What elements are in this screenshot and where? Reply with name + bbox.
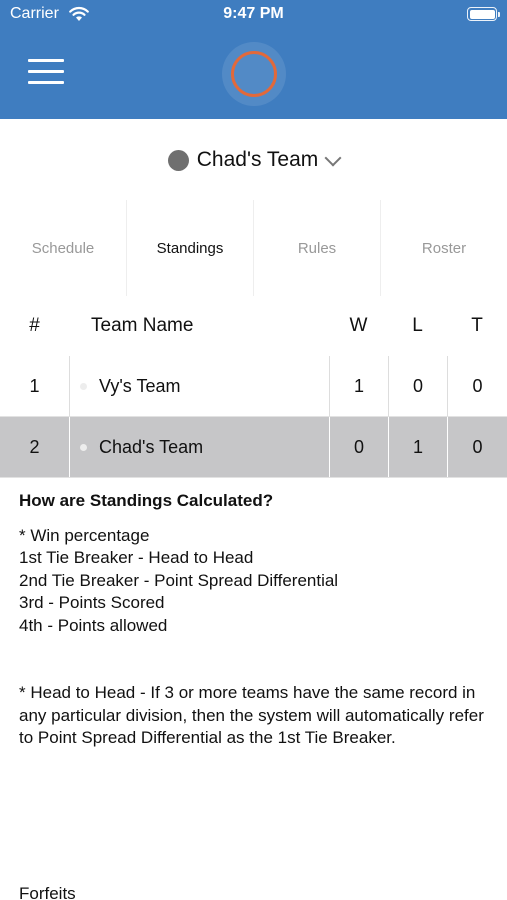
row-ties: 0 — [447, 417, 507, 477]
tab-roster[interactable]: Roster — [380, 200, 507, 296]
app-header: Carrier 9:47 PM — [0, 0, 507, 119]
team-color-dot — [80, 443, 87, 451]
row-team-cell: Vy's Team — [69, 356, 329, 416]
row-team-name: Vy's Team — [99, 375, 181, 396]
team-selector-dropdown[interactable]: Chad's Team — [0, 143, 507, 177]
standings-explanation: How are Standings Calculated? * Win perc… — [19, 490, 489, 750]
explanation-line: 1st Tie Breaker - Head to Head — [19, 548, 254, 567]
table-row[interactable]: 1 Vy's Team 1 0 0 — [0, 356, 507, 417]
forfeits-heading-partial: Forfeits — [19, 884, 76, 900]
row-losses: 0 — [388, 356, 447, 416]
standings-header-row: # Team Name W L T — [0, 305, 507, 347]
explanation-line: 3rd - Points Scored — [19, 593, 165, 612]
head-to-head-note: * Head to Head - If 3 or more teams have… — [19, 683, 484, 747]
tab-schedule[interactable]: Schedule — [0, 200, 126, 296]
tab-rules[interactable]: Rules — [253, 200, 380, 296]
explanation-line: * Win percentage — [19, 525, 150, 545]
team-color-dot — [167, 149, 189, 171]
tab-standings[interactable]: Standings — [126, 200, 253, 296]
team-color-dot — [80, 382, 87, 390]
team-logo-icon — [222, 42, 286, 106]
row-rank: 1 — [29, 375, 40, 396]
row-ties: 0 — [447, 356, 507, 416]
header-team-name: Team Name — [91, 315, 194, 336]
explanation-line: 2nd Tie Breaker - Point Spread Different… — [19, 570, 339, 590]
row-wins: 0 — [329, 417, 388, 477]
explanation-title: How are Standings Calculated? — [19, 491, 274, 510]
row-losses: 1 — [388, 417, 447, 477]
selected-team-name: Chad's Team — [196, 148, 319, 171]
header-losses: L — [412, 315, 423, 336]
section-tabs: Schedule Standings Rules Roster — [0, 200, 507, 296]
chevron-down-icon — [324, 149, 342, 167]
header-rank: # — [29, 315, 40, 336]
status-bar: Carrier 9:47 PM — [0, 0, 507, 30]
header-ties: T — [471, 315, 483, 336]
header-wins: W — [349, 315, 368, 336]
explanation-line: 4th - Points allowed — [19, 615, 168, 635]
row-team-cell: Chad's Team — [69, 417, 329, 477]
table-row-current-team[interactable]: 2 Chad's Team 0 1 0 — [0, 417, 507, 478]
battery-icon — [467, 7, 500, 21]
row-team-name: Chad's Team — [99, 436, 204, 457]
hamburger-menu-icon[interactable] — [26, 55, 66, 89]
row-wins: 1 — [329, 356, 388, 416]
clock: 9:47 PM — [223, 5, 284, 22]
row-rank: 2 — [29, 436, 40, 457]
